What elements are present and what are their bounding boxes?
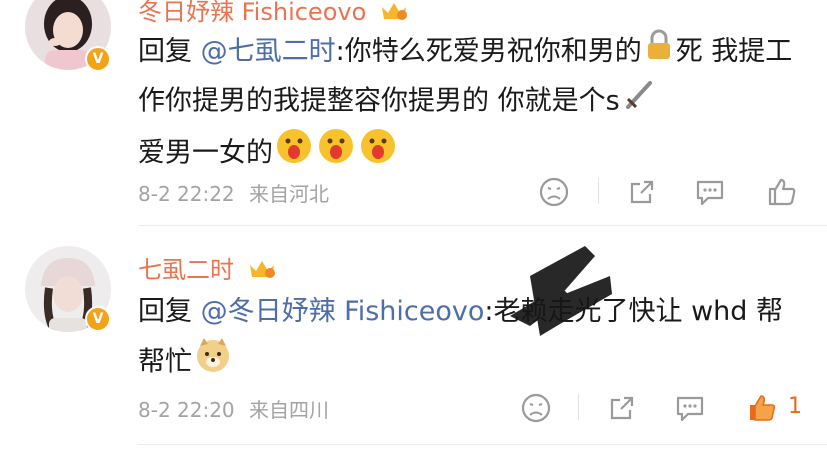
lock-emoji-icon xyxy=(644,29,674,77)
divider xyxy=(598,178,599,204)
comment-actions xyxy=(536,174,806,210)
verified-badge-icon: V xyxy=(85,306,111,332)
share-icon[interactable] xyxy=(624,174,660,210)
comment-icon[interactable] xyxy=(692,174,728,210)
tongue-emoji-icon xyxy=(275,127,313,181)
doge-emoji-icon xyxy=(194,336,232,390)
timestamp: 8-2 22:20 xyxy=(138,398,235,422)
username[interactable]: 冬日妤辣 Fishiceovo xyxy=(138,0,408,27)
location: 来自河北 xyxy=(249,182,330,206)
dislike-icon[interactable] xyxy=(518,390,554,426)
comment-separator xyxy=(138,444,827,445)
comment-text: 回复 @七虱二时:你特么死爱男祝你和男的 死 我提工作你提男的我提整容你提男的 … xyxy=(138,28,808,181)
comment-meta: 8-2 22:22 来自河北 xyxy=(138,178,329,207)
verified-badge-icon: V xyxy=(85,46,111,72)
crown-badge-icon xyxy=(380,0,408,27)
tongue-emoji-icon xyxy=(359,127,397,181)
comment-actions: 1 xyxy=(518,390,818,426)
dislike-icon[interactable] xyxy=(536,174,572,210)
comment-text: 回复 @冬日妤辣 Fishiceovo:老赖走光了快让 whd 帮帮忙 xyxy=(138,288,808,390)
comment-item: V 七虱二时 回复 @冬日妤辣 Fishiceovo:老赖走光了快让 whd 帮… xyxy=(0,226,827,462)
comment-icon[interactable] xyxy=(672,390,708,426)
timestamp: 8-2 22:22 xyxy=(138,182,235,206)
like-count: 1 xyxy=(788,394,802,419)
mention-link[interactable]: @冬日妤辣 Fishiceovo xyxy=(201,296,485,327)
like-icon[interactable] xyxy=(764,174,800,210)
crown-badge-icon xyxy=(248,257,276,285)
comment-meta: 8-2 22:20 来自四川 xyxy=(138,394,329,423)
like-icon[interactable] xyxy=(744,390,780,426)
comment-item: V 冬日妤辣 Fishiceovo 回复 @七虱二时:你特么死爱男祝你和男的 死… xyxy=(0,0,827,226)
share-icon[interactable] xyxy=(604,390,640,426)
tongue-emoji-icon xyxy=(317,127,355,181)
mention-link[interactable]: @七虱二时 xyxy=(201,36,336,67)
username[interactable]: 七虱二时 xyxy=(138,250,276,285)
divider xyxy=(578,394,579,420)
dagger-emoji-icon xyxy=(622,77,656,127)
location: 来自四川 xyxy=(249,398,330,422)
